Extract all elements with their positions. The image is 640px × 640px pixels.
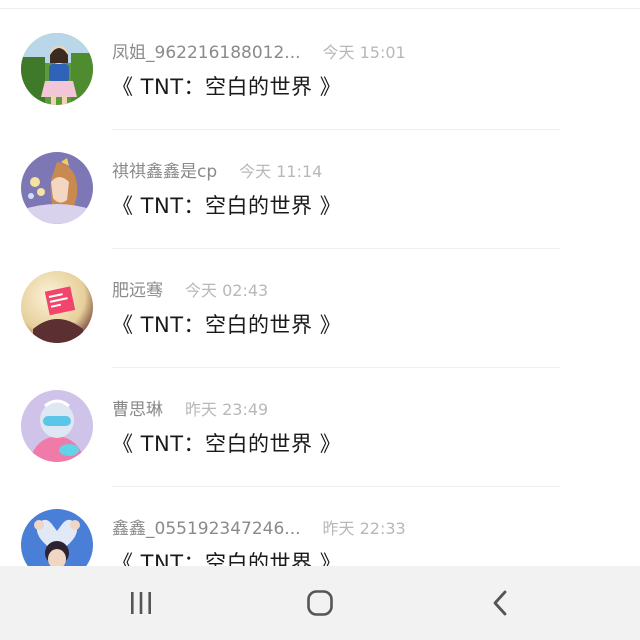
- back-icon: [493, 590, 507, 616]
- timestamp: 今天 11:14: [239, 162, 323, 181]
- avatar[interactable]: [21, 152, 93, 224]
- comment-text[interactable]: 《 TNT：空白的世界 》: [112, 428, 341, 458]
- username[interactable]: 鑫鑫_055192347246...: [112, 519, 301, 539]
- timestamp: 昨天 23:49: [185, 400, 269, 419]
- comment-feed[interactable]: 凤姐_962216188012... 今天 15:01 《 TNT：空白的世界 》…: [0, 0, 640, 566]
- comment-text[interactable]: 《 TNT：空白的世界 》: [112, 190, 341, 220]
- avatar[interactable]: [21, 509, 93, 566]
- avatar[interactable]: [21, 390, 93, 462]
- timestamp: 今天 15:01: [322, 43, 406, 62]
- recent-apps-icon: [131, 592, 151, 614]
- system-nav-bar: [0, 566, 640, 640]
- avatar[interactable]: [21, 33, 93, 105]
- username[interactable]: 凤姐_962216188012...: [112, 43, 301, 63]
- list-item[interactable]: 曹思琳 昨天 23:49 《 TNT：空白的世界 》: [0, 368, 640, 487]
- comment-text[interactable]: 《 TNT：空白的世界 》: [112, 71, 341, 101]
- home-icon: [307, 590, 333, 616]
- recent-apps-button[interactable]: [111, 580, 171, 626]
- username[interactable]: 肥远骞: [112, 281, 163, 301]
- username[interactable]: 祺祺鑫鑫是cp: [112, 162, 217, 182]
- username[interactable]: 曹思琳: [112, 400, 163, 420]
- list-item[interactable]: 凤姐_962216188012... 今天 15:01 《 TNT：空白的世界 》: [0, 11, 640, 130]
- comment-text[interactable]: 《 TNT：空白的世界 》: [112, 309, 341, 339]
- list-item[interactable]: 祺祺鑫鑫是cp 今天 11:14 《 TNT：空白的世界 》: [0, 130, 640, 249]
- list-item[interactable]: 鑫鑫_055192347246... 昨天 22:33 《 TNT：空白的世界 》: [0, 487, 640, 566]
- home-button[interactable]: [290, 580, 350, 626]
- timestamp: 今天 02:43: [185, 281, 269, 300]
- timestamp: 昨天 22:33: [322, 519, 406, 538]
- avatar[interactable]: [21, 271, 93, 343]
- comment-text[interactable]: 《 TNT：空白的世界 》: [112, 547, 341, 566]
- back-button[interactable]: [470, 580, 530, 626]
- list-item[interactable]: 肥远骞 今天 02:43 《 TNT：空白的世界 》: [0, 249, 640, 368]
